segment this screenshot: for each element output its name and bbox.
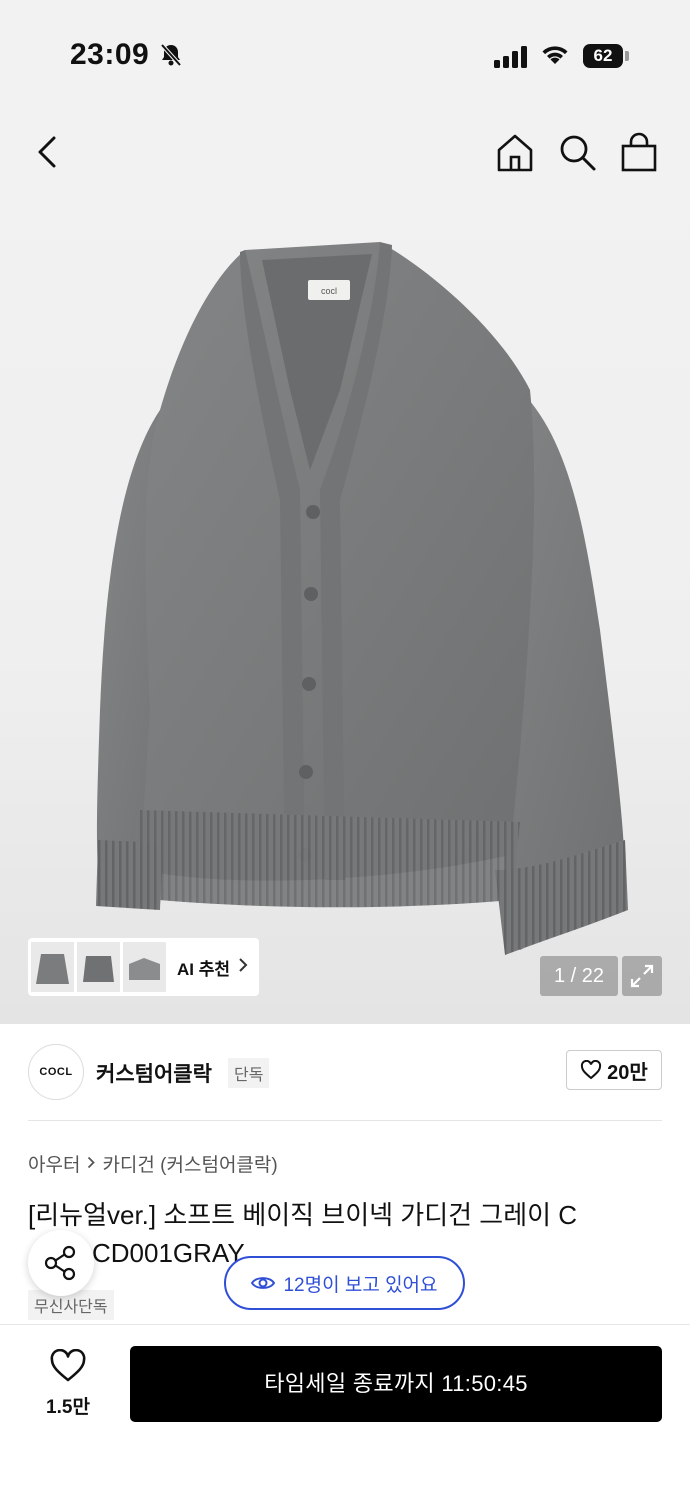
product-image: cocl bbox=[96, 242, 628, 955]
ai-recommend-label: AI 추천 bbox=[177, 959, 231, 979]
breadcrumb-subcategory[interactable]: 카디건 (커스텀어클락) bbox=[102, 1150, 277, 1177]
bell-muted-icon bbox=[158, 42, 184, 68]
status-bar: 23:09 62 bbox=[0, 0, 690, 110]
expand-icon[interactable] bbox=[622, 956, 662, 996]
thumbnail[interactable] bbox=[77, 942, 120, 992]
brand-like-count: 20만 bbox=[607, 1061, 648, 1084]
share-icon bbox=[44, 1245, 76, 1281]
share-button[interactable] bbox=[28, 1230, 94, 1296]
viewers-text: 12명이 보고 있어요 bbox=[283, 1274, 438, 1296]
chevron-right-icon bbox=[238, 957, 248, 978]
signal-icon bbox=[494, 46, 528, 73]
product-gallery[interactable]: cocl AI 추천 1 / 22 bbox=[0, 110, 690, 1024]
chevron-right-icon bbox=[87, 1154, 96, 1174]
eye-icon bbox=[251, 1277, 276, 1289]
heart-icon bbox=[581, 1060, 602, 1080]
garment-label: cocl bbox=[321, 286, 337, 296]
heart-icon bbox=[50, 1348, 86, 1382]
wifi-icon bbox=[539, 42, 571, 71]
ai-recommend-strip[interactable]: AI 추천 bbox=[28, 938, 259, 996]
wishlist-button[interactable]: 1.5만 bbox=[28, 1348, 108, 1419]
status-time: 23:09 bbox=[70, 38, 150, 71]
breadcrumb-category[interactable]: 아우터 bbox=[28, 1150, 80, 1177]
thumbnail[interactable] bbox=[123, 942, 166, 992]
breadcrumb: 아우터 카디건 (커스텀어클락) bbox=[28, 1150, 278, 1177]
brand-name[interactable]: 커스텀어클락 bbox=[96, 1058, 212, 1088]
exclusive-badge: 단독 bbox=[228, 1058, 270, 1088]
wishlist-count: 1.5만 bbox=[46, 1397, 90, 1418]
battery-indicator: 62 bbox=[583, 44, 623, 68]
battery-tip bbox=[625, 51, 629, 61]
divider bbox=[28, 1120, 662, 1121]
product-title-line1: [리뉴얼ver.] 소프트 베이직 브이넥 가디건 그레이 C bbox=[28, 1200, 578, 1230]
brand-row[interactable]: COCL 커스텀어클락 단독 20만 bbox=[28, 1044, 662, 1100]
buy-button[interactable]: 타임세일 종료까지 11:50:45 bbox=[130, 1346, 662, 1422]
brand-like-button[interactable]: 20만 bbox=[566, 1050, 662, 1090]
image-counter: 1 / 22 bbox=[540, 956, 618, 996]
viewers-badge: 12명이 보고 있어요 bbox=[224, 1256, 465, 1310]
bottom-action-bar: 1.5만 타임세일 종료까지 11:50:45 bbox=[0, 1324, 690, 1501]
brand-logo[interactable]: COCL bbox=[28, 1044, 84, 1100]
thumbnail[interactable] bbox=[31, 942, 74, 992]
